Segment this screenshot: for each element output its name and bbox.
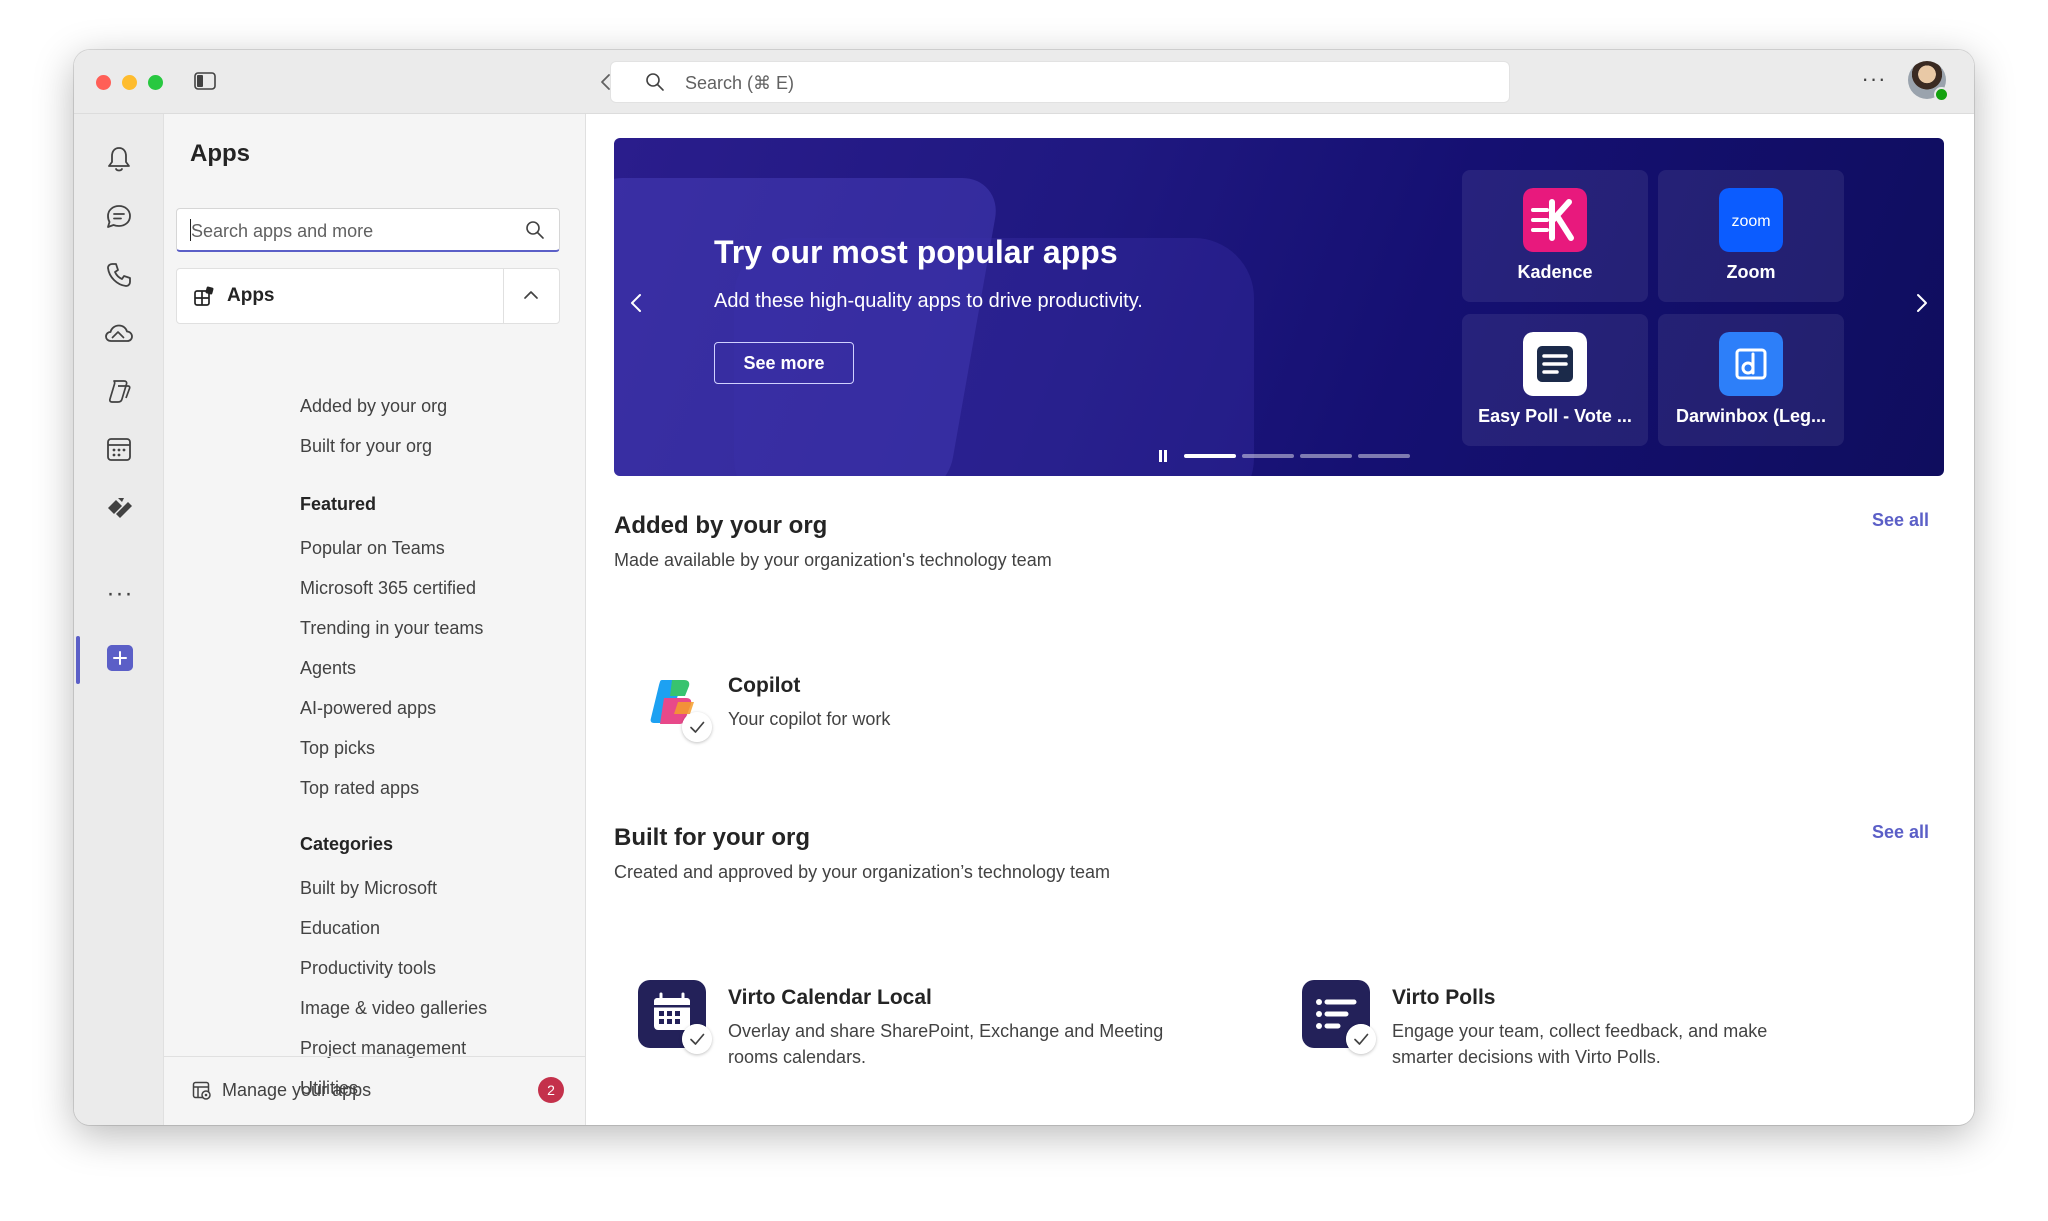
notification-badge: 2 [538,1077,564,1103]
app-tile-name: Darwinbox (Leg... [1675,406,1826,426]
see-more-button[interactable]: See more [714,342,854,384]
zoom-logo-text: zoom [1731,213,1770,230]
banner-title: Try our most popular apps [714,234,1118,270]
added-check-icon [1346,1024,1376,1054]
app-card-virto-calendar[interactable]: Virto Calendar Local Overlay and share S… [638,980,1238,1080]
global-search-input[interactable]: Search (⌘ E) [610,61,1510,103]
search-icon [646,73,664,91]
active-indicator [76,636,80,684]
nav-link-ai-powered-apps[interactable]: AI-powered apps [300,698,436,719]
more-apps-icon[interactable]: ··· [100,582,140,606]
apps-store-icon [194,286,214,306]
see-all-built-for-org-link[interactable]: See all [1872,822,1929,843]
divider [503,269,504,323]
app-card-virto-polls[interactable]: Virto Polls Engage your team, collect fe… [1302,980,1902,1080]
app-description: Your copilot for work [728,709,891,729]
apps-search-input[interactable]: Search apps and more [176,208,560,252]
teams-window: Search (⌘ E) ··· ··· Apps Search apps an… [74,50,1974,1125]
bell-icon[interactable] [102,142,136,176]
app-description: Overlay and share SharePoint, Exchange a… [728,1021,1164,1067]
section-title-added-by-org: Added by your org [614,512,828,539]
section-subtitle-added-by-org: Made available by your organization's te… [614,550,1052,570]
nav-link-top-picks[interactable]: Top picks [300,738,375,759]
search-icon[interactable] [525,220,545,240]
app-tile-name: Zoom [1726,262,1776,282]
app-name: Virto Calendar Local [728,986,932,1009]
popular-apps-banner: Try our most popular apps Add these high… [614,138,1944,476]
apps-icon[interactable] [107,645,133,671]
global-search-placeholder: Search (⌘ E) [685,73,795,93]
manage-apps-label: Manage your apps [222,1080,372,1100]
darwinbox-icon [1719,332,1783,396]
sidebar-toggle-icon[interactable] [194,72,216,90]
app-tile-name: Easy Poll - Vote ... [1478,406,1632,426]
apps-search-placeholder: Search apps and more [191,221,374,241]
calendar-icon[interactable] [102,432,136,466]
section-title-built-for-org: Built for your org [614,824,810,851]
nav-link-agents[interactable]: Agents [300,658,356,679]
nav-link-image-video-galleries[interactable]: Image & video galleries [300,998,487,1019]
app-tile-easy-poll[interactable]: Easy Poll - Vote ... [1462,314,1648,446]
app-tile-kadence[interactable]: Kadence [1462,170,1648,302]
copilot-icon[interactable] [102,374,136,408]
app-tile-darwinbox[interactable]: Darwinbox (Leg... [1658,314,1844,446]
app-name: Virto Polls [1392,986,1496,1009]
app-tile-name: Kadence [1517,262,1593,282]
app-description: Engage your team, collect feedback, and … [1392,1021,1768,1067]
banner-subtitle: Add these high-quality apps to drive pro… [714,290,1143,312]
app-name: Copilot [728,674,801,697]
planner-icon[interactable] [102,490,136,524]
main-content: Try our most popular apps Add these high… [586,114,1974,1125]
apps-group-label: Apps [227,285,275,306]
chevron-left-icon[interactable] [624,290,650,316]
nav-link-added-by-your-org[interactable]: Added by your org [300,396,447,417]
minimize-window-button[interactable] [122,75,137,90]
title-bar: Search (⌘ E) ··· [74,50,1974,114]
section-subtitle-built-for-org: Created and approved by your organizatio… [614,862,1110,882]
nav-link-top-rated-apps[interactable]: Top rated apps [300,778,419,799]
carousel-dot-4[interactable] [1358,454,1410,458]
featured-heading: Featured [300,494,377,514]
app-card-copilot[interactable]: Copilot Your copilot for work [638,668,1278,748]
pause-icon[interactable] [1158,450,1168,462]
zoom-icon: zoom [1719,188,1783,252]
manage-apps-icon [192,1081,211,1100]
close-window-button[interactable] [96,75,111,90]
phone-icon[interactable] [102,258,136,292]
manage-apps-button[interactable]: Manage your apps 2 [164,1056,586,1125]
nav-link-built-by-microsoft[interactable]: Built by Microsoft [300,878,437,899]
nav-link-m365-certified[interactable]: Microsoft 365 certified [300,578,476,599]
more-options-button[interactable]: ··· [1860,68,1888,96]
kadence-icon [1523,188,1587,252]
chat-icon[interactable] [102,200,136,234]
nav-link-built-for-your-org[interactable]: Built for your org [300,436,432,457]
page-title: Apps [190,140,250,167]
carousel-dot-3[interactable] [1300,454,1352,458]
added-check-icon [682,712,712,742]
apps-left-pane: Apps Search apps and more Apps Added by … [164,114,586,1125]
see-all-added-by-org-link[interactable]: See all [1872,510,1929,531]
nav-link-productivity-tools[interactable]: Productivity tools [300,958,436,979]
easy-poll-icon [1523,332,1587,396]
categories-heading: Categories [300,834,394,854]
presence-available-icon [1934,87,1949,102]
chevron-right-icon[interactable] [1908,290,1934,316]
nav-link-education[interactable]: Education [300,918,380,939]
zoom-window-button[interactable] [148,75,163,90]
carousel-dot-2[interactable] [1242,454,1294,458]
onedrive-icon[interactable] [102,316,136,350]
added-check-icon [682,1024,712,1054]
avatar[interactable] [1908,61,1949,102]
chevron-up-icon[interactable] [521,285,541,305]
nav-link-trending[interactable]: Trending in your teams [300,618,483,639]
nav-link-popular-on-teams[interactable]: Popular on Teams [300,538,445,559]
app-rail: ··· [74,114,164,1125]
app-tile-zoom[interactable]: zoom Zoom [1658,170,1844,302]
carousel-dot-1[interactable] [1184,454,1236,458]
apps-group-header[interactable]: Apps [176,268,560,324]
